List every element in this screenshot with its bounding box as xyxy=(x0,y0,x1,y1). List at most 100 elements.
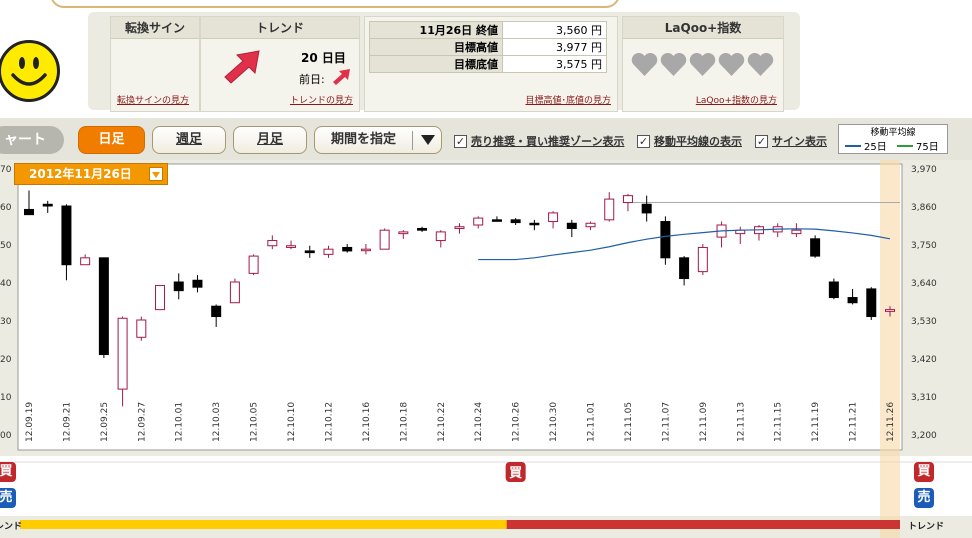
candle-body xyxy=(267,240,278,247)
target-value: 3,977 円 xyxy=(502,38,607,56)
candle-body xyxy=(566,222,577,229)
candle-body xyxy=(360,248,371,252)
candle-body xyxy=(211,305,222,318)
weekly-button[interactable]: 週足 xyxy=(152,126,226,154)
signal-panel xyxy=(0,456,972,516)
daily-button[interactable]: 日足 xyxy=(78,126,145,154)
y-tick-label-left: 60 xyxy=(0,203,12,213)
candle-body xyxy=(248,255,259,274)
ma75-swatch xyxy=(897,144,913,147)
trend-prev-label: 前日: xyxy=(299,73,325,86)
laqoo-help-link[interactable]: LaQoo+指数の見方 xyxy=(696,93,777,106)
candle-body xyxy=(435,231,446,242)
candle-body xyxy=(229,281,240,304)
target-value: 3,575 円 xyxy=(502,55,607,73)
candle-body xyxy=(136,319,147,338)
heart-icon xyxy=(747,53,774,76)
x-tick-label: 12.11.13 xyxy=(736,402,746,442)
y-tick-label-left: 40 xyxy=(0,279,12,289)
zone-checkbox[interactable]: ✓ 売り推奨・買い推奨ゾーン表示 xyxy=(454,133,624,149)
laqoo-hearts xyxy=(631,53,774,77)
x-tick-label: 12.10.05 xyxy=(250,402,260,442)
candle-body xyxy=(548,212,559,223)
y-tick-label-left: 50 xyxy=(0,241,12,251)
y-tick-label-right: 3,970 xyxy=(911,165,937,175)
y-tick-label-left: 70 xyxy=(0,165,12,175)
candlestick-chart: 3,970 70 3,860 60 3,750 50 3,640 40 3,530 30 3,420… xyxy=(0,160,972,538)
target-help-link[interactable]: 目標高値･底値の見方 xyxy=(525,93,611,106)
ma-legend-title: 移動平均線 xyxy=(870,128,916,138)
weekly-label: 週足 xyxy=(175,132,202,147)
date-selector[interactable]: 2012年11月26日 xyxy=(14,163,168,185)
ma75-legend: 75日 xyxy=(897,138,939,153)
y-tick-label-right: 3,750 xyxy=(911,241,937,251)
candle-body xyxy=(660,221,671,259)
candle-body xyxy=(828,281,839,299)
x-tick-label: 12.09.27 xyxy=(137,402,147,442)
chart-area: 3,970 70 3,860 60 3,750 50 3,640 40 3,530 30 3,420… xyxy=(0,160,972,538)
candle-body xyxy=(342,246,353,252)
y-tick-label-left: 10 xyxy=(0,393,12,403)
candle-body xyxy=(42,203,53,207)
target-value: 3,560 円 xyxy=(502,21,607,39)
target-row: 11月26日 終値 3,560 円 xyxy=(369,21,607,39)
sign-help-link[interactable]: 転換サインの見方 xyxy=(117,93,189,106)
sign-title: 転換サイン xyxy=(111,17,199,39)
candle-body xyxy=(604,198,615,221)
candle-body xyxy=(379,229,390,250)
candle-body xyxy=(622,195,633,204)
trend-prev-arrow-icon xyxy=(333,69,350,85)
candle-body xyxy=(304,250,315,254)
trend-help-link[interactable]: トレンドの見方 xyxy=(290,93,353,106)
monthly-label: 月足 xyxy=(256,132,283,147)
candle-body xyxy=(454,226,465,229)
ma-checkbox[interactable]: ✓ 移動平均線の表示 xyxy=(637,133,742,149)
candle-body xyxy=(286,245,297,248)
candle-body xyxy=(192,279,203,288)
candle-body xyxy=(398,231,409,235)
date-selector-label: 2012年11月26日 xyxy=(29,167,132,181)
x-tick-label: 12.11.01 xyxy=(587,402,597,442)
date-dropdown-icon[interactable] xyxy=(149,167,163,181)
x-tick-label: 12.11.15 xyxy=(774,402,784,442)
y-tick-label-right: 3,420 xyxy=(911,355,937,365)
plot-area xyxy=(17,163,903,451)
ma25-label: 25日 xyxy=(864,142,887,153)
candle-body xyxy=(847,297,858,304)
summary-panel: 転換サイン 転換サインの見方 トレンド 20 日目 前日: トレンドの見方 11… xyxy=(88,12,800,112)
target-box: 11月26日 終値 3,560 円 目標高値 3,977 円 目標底値 3,575 円… xyxy=(364,16,618,112)
candle-body xyxy=(173,281,184,292)
buy-signal-marker: 買 xyxy=(505,462,526,482)
buy-signal-legend: 買 xyxy=(0,462,16,482)
candle-body xyxy=(61,205,72,266)
x-tick-label: 12.09.19 xyxy=(25,402,35,442)
candle-body xyxy=(98,257,109,356)
buy-signal-legend-right: 買 xyxy=(914,462,934,482)
selected-day-highlight xyxy=(880,160,900,538)
candle-body xyxy=(679,257,690,280)
x-tick-label: 12.10.30 xyxy=(549,402,559,442)
trend-box: トレンド 20 日目 前日: トレンドの見方 xyxy=(200,16,360,112)
x-tick-label: 12.10.03 xyxy=(212,402,222,442)
period-select-button[interactable]: 期間を指定 xyxy=(314,126,442,154)
dropdown-divider xyxy=(412,131,413,150)
checkmark-icon: ✓ xyxy=(755,134,768,148)
ma25-legend: 25日 xyxy=(845,138,887,153)
chart-tab[interactable]: ャート xyxy=(0,126,64,154)
trend-bar-label-right: トレンド xyxy=(908,522,945,532)
heart-icon xyxy=(689,53,716,76)
y-tick-label-left: 20 xyxy=(0,355,12,365)
candle-body xyxy=(323,248,334,255)
heart-icon xyxy=(718,53,745,76)
x-tick-label: 12.10.24 xyxy=(474,402,484,442)
x-tick-label: 12.10.01 xyxy=(175,402,185,442)
x-tick-label: 12.10.16 xyxy=(362,402,372,442)
period-select-label: 期間を指定 xyxy=(331,132,397,147)
message-bubble xyxy=(50,0,620,8)
candle-body xyxy=(866,288,877,318)
ma75-label: 75日 xyxy=(916,142,939,153)
checkmark-icon: ✓ xyxy=(454,134,467,148)
sign-checkbox[interactable]: ✓ サイン表示 xyxy=(755,133,827,149)
candle-body xyxy=(80,257,91,266)
monthly-button[interactable]: 月足 xyxy=(233,126,307,154)
